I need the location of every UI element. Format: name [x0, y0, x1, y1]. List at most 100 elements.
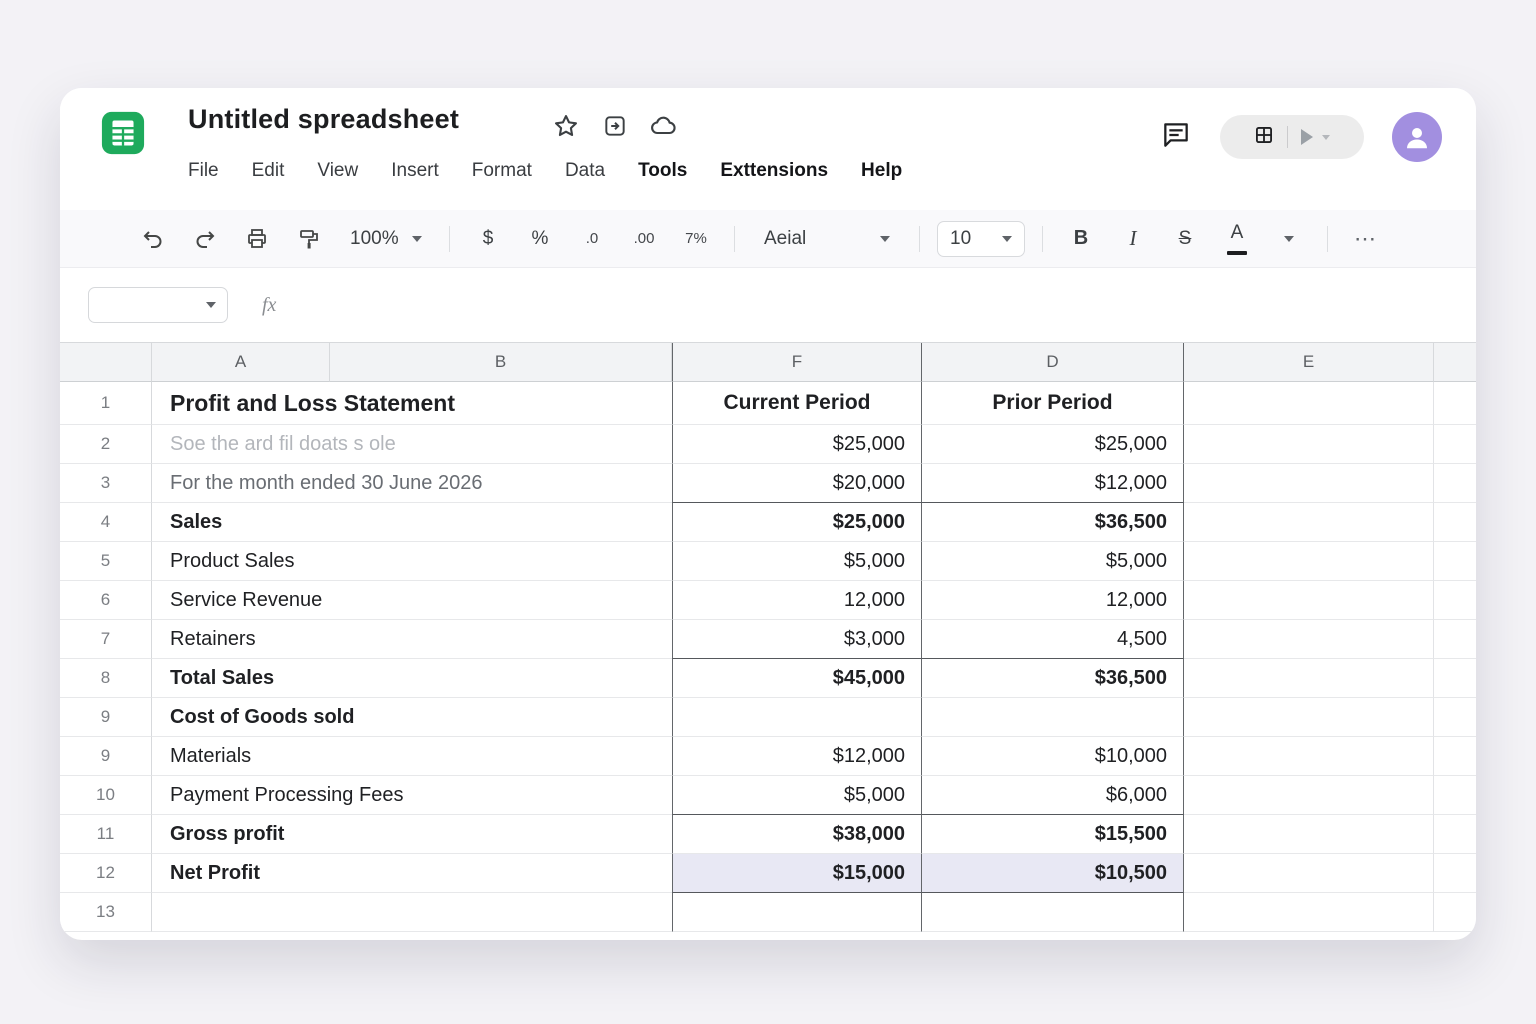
- menu-item-edit[interactable]: Edit: [252, 160, 285, 182]
- cell-prior-period[interactable]: $36,500: [922, 503, 1184, 542]
- cell-label[interactable]: Materials: [152, 737, 672, 776]
- row-number[interactable]: 5: [60, 542, 152, 581]
- cell-column-e[interactable]: [1184, 464, 1434, 503]
- row-number[interactable]: 2: [60, 425, 152, 464]
- menu-item-data[interactable]: Data: [565, 160, 605, 182]
- cell-prior-period[interactable]: $25,000: [922, 425, 1184, 464]
- font-family-select[interactable]: Aeial: [752, 219, 902, 259]
- currency-format-button[interactable]: $: [467, 219, 509, 259]
- cell-current-period[interactable]: $20,000: [672, 464, 922, 503]
- row-number[interactable]: 6: [60, 581, 152, 620]
- increase-decimal-button[interactable]: .00: [623, 219, 665, 259]
- cell-column-e[interactable]: [1184, 893, 1434, 932]
- share-pill-button[interactable]: [1220, 115, 1364, 159]
- cell-current-period[interactable]: $45,000: [672, 659, 922, 698]
- cell-column-e[interactable]: [1184, 737, 1434, 776]
- cell-column-e[interactable]: [1184, 382, 1434, 425]
- row-number[interactable]: 7: [60, 620, 152, 659]
- document-title[interactable]: Untitled spreadsheet: [188, 104, 459, 135]
- cell-prior-period[interactable]: [922, 698, 1184, 737]
- cloud-status-icon[interactable]: [650, 112, 678, 145]
- row-number[interactable]: 8: [60, 659, 152, 698]
- font-size-select[interactable]: 10: [937, 220, 1025, 257]
- cell-column-e[interactable]: [1184, 581, 1434, 620]
- bold-button[interactable]: B: [1060, 219, 1102, 259]
- cell-prior-period[interactable]: $10,000: [922, 737, 1184, 776]
- cell-current-period[interactable]: $5,000: [672, 542, 922, 581]
- fill-color-dropdown[interactable]: [1268, 219, 1310, 259]
- cell-current-period[interactable]: $12,000: [672, 737, 922, 776]
- cell-prior-period[interactable]: Prior Period: [922, 382, 1184, 425]
- cell-label[interactable]: Sales: [152, 503, 672, 542]
- cell-prior-period[interactable]: $5,000: [922, 542, 1184, 581]
- cell-column-e[interactable]: [1184, 542, 1434, 581]
- cell-column-e[interactable]: [1184, 503, 1434, 542]
- italic-button[interactable]: I: [1112, 219, 1154, 259]
- cell-label[interactable]: Profit and Loss Statement: [152, 382, 672, 425]
- cell-label[interactable]: Total Sales: [152, 659, 672, 698]
- cell-label[interactable]: For the month ended 30 June 2026: [152, 464, 672, 503]
- cell-prior-period[interactable]: 12,000: [922, 581, 1184, 620]
- cell-prior-period[interactable]: [922, 893, 1184, 932]
- cell-column-e[interactable]: [1184, 698, 1434, 737]
- cell-current-period[interactable]: $15,000: [672, 854, 922, 893]
- cell-label[interactable]: Soe the ard fil doats s ole: [152, 425, 672, 464]
- strikethrough-button[interactable]: S: [1164, 219, 1206, 259]
- formula-input[interactable]: [310, 287, 1476, 323]
- cell-prior-period[interactable]: $10,500: [922, 854, 1184, 893]
- cell-column-e[interactable]: [1184, 776, 1434, 815]
- row-number[interactable]: 3: [60, 464, 152, 503]
- column-header-E[interactable]: E: [1184, 343, 1434, 382]
- cell-label[interactable]: Cost of Goods sold: [152, 698, 672, 737]
- row-number[interactable]: 13: [60, 893, 152, 932]
- cell-prior-period[interactable]: $6,000: [922, 776, 1184, 815]
- undo-button[interactable]: [132, 219, 174, 259]
- zoom-select[interactable]: 100%: [340, 219, 432, 259]
- cell-current-period[interactable]: $5,000: [672, 776, 922, 815]
- sheets-logo-icon[interactable]: [100, 110, 146, 156]
- column-header-D[interactable]: D: [922, 343, 1184, 382]
- percent-format-button[interactable]: %: [519, 219, 561, 259]
- row-number[interactable]: 10: [60, 776, 152, 815]
- cell-current-period[interactable]: [672, 698, 922, 737]
- column-header-A[interactable]: A: [152, 343, 330, 382]
- menu-item-exttensions[interactable]: Exttensions: [720, 160, 828, 182]
- cell-label[interactable]: Net Profit: [152, 854, 672, 893]
- more-options-button[interactable]: ⋯: [1345, 219, 1387, 259]
- cell-current-period[interactable]: $25,000: [672, 503, 922, 542]
- account-avatar[interactable]: [1392, 112, 1442, 162]
- menu-item-view[interactable]: View: [317, 160, 358, 182]
- cell-current-period[interactable]: [672, 893, 922, 932]
- comment-icon[interactable]: [1160, 119, 1192, 156]
- cell-column-e[interactable]: [1184, 854, 1434, 893]
- play-dropdown-icon[interactable]: [1322, 134, 1330, 140]
- cell-prior-period[interactable]: $36,500: [922, 659, 1184, 698]
- decrease-decimal-button[interactable]: .0: [571, 219, 613, 259]
- menu-item-help[interactable]: Help: [861, 160, 902, 182]
- cell-label[interactable]: [152, 893, 672, 932]
- column-header-F[interactable]: F: [672, 343, 922, 382]
- cell-prior-period[interactable]: 4,500: [922, 620, 1184, 659]
- paint-format-button[interactable]: [288, 219, 330, 259]
- cell-current-period[interactable]: Current Period: [672, 382, 922, 425]
- cell-column-e[interactable]: [1184, 620, 1434, 659]
- number-format-button[interactable]: 7%: [675, 219, 717, 259]
- row-number[interactable]: 4: [60, 503, 152, 542]
- row-number[interactable]: 11: [60, 815, 152, 854]
- cell-current-period[interactable]: $3,000: [672, 620, 922, 659]
- cell-current-period[interactable]: $38,000: [672, 815, 922, 854]
- row-number[interactable]: 9: [60, 737, 152, 776]
- row-number[interactable]: 9: [60, 698, 152, 737]
- move-folder-icon[interactable]: [602, 113, 628, 144]
- play-icon[interactable]: [1301, 129, 1313, 145]
- column-header-B[interactable]: B: [330, 343, 672, 382]
- star-icon[interactable]: [552, 112, 580, 145]
- menu-item-file[interactable]: File: [188, 160, 219, 182]
- cell-prior-period[interactable]: $12,000: [922, 464, 1184, 503]
- print-button[interactable]: [236, 219, 278, 259]
- cell-current-period[interactable]: 12,000: [672, 581, 922, 620]
- cell-column-e[interactable]: [1184, 425, 1434, 464]
- name-box[interactable]: [88, 287, 228, 323]
- cell-label[interactable]: Product Sales: [152, 542, 672, 581]
- cell-current-period[interactable]: $25,000: [672, 425, 922, 464]
